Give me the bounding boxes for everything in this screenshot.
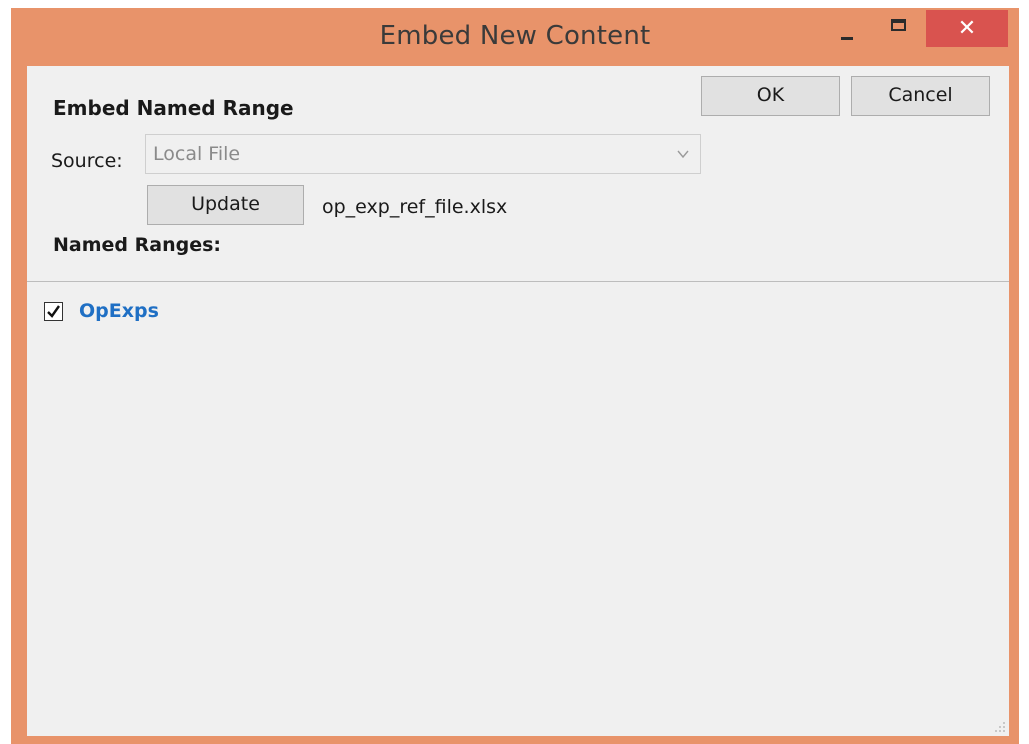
checkmark-icon — [47, 305, 60, 318]
source-selected-value: Local File — [153, 143, 241, 165]
dialog-body: Embed Named Range OK Cancel Source: Loca… — [27, 66, 1009, 736]
range-checkbox[interactable] — [44, 302, 63, 321]
ok-button[interactable]: OK — [701, 76, 840, 116]
chevron-down-icon — [677, 150, 689, 159]
header-panel: Embed Named Range OK Cancel Source: Loca… — [27, 66, 1009, 282]
update-button[interactable]: Update — [147, 185, 304, 225]
file-name-label: op_exp_ref_file.xlsx — [322, 196, 508, 218]
named-ranges-label: Named Ranges: — [53, 234, 221, 256]
title-bar[interactable]: Embed New Content ✕ — [11, 8, 1019, 66]
minimize-button[interactable] — [829, 10, 867, 47]
maximize-button[interactable] — [881, 10, 919, 47]
source-label: Source: — [51, 150, 123, 172]
dialog-window: Embed New Content ✕ Embed Named Range OK… — [11, 8, 1019, 744]
minimize-icon — [841, 37, 853, 40]
close-button[interactable]: ✕ — [926, 10, 1008, 47]
close-icon: ✕ — [957, 16, 977, 41]
range-name[interactable]: OpExps — [79, 300, 159, 322]
window-title: Embed New Content — [379, 21, 651, 51]
dialog-heading: Embed Named Range — [53, 96, 294, 120]
named-ranges-list: OpExps — [27, 282, 1009, 736]
source-dropdown[interactable]: Local File — [145, 134, 701, 174]
cancel-button[interactable]: Cancel — [851, 76, 990, 116]
resize-grip-icon[interactable] — [994, 721, 1006, 733]
maximize-icon — [891, 19, 906, 31]
